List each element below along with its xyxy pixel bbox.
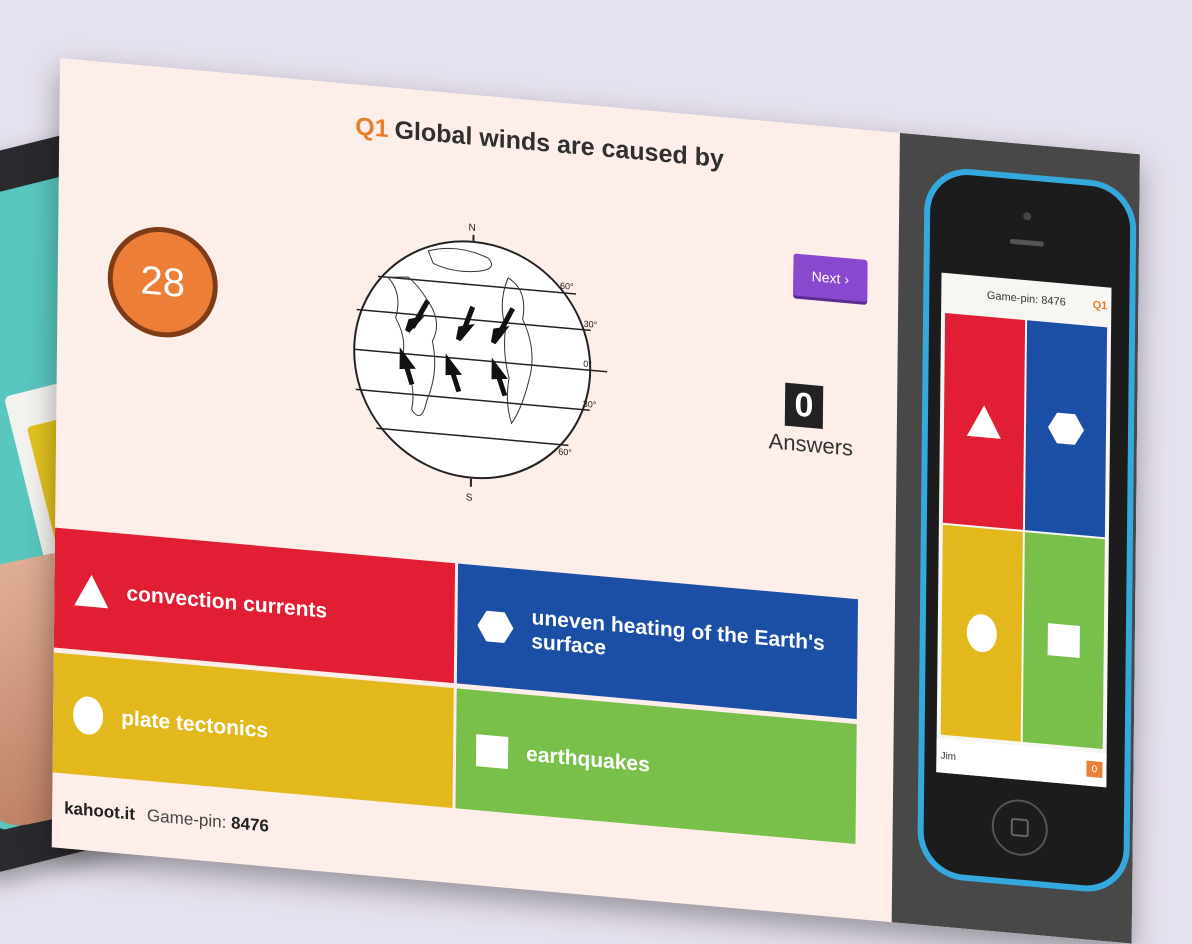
question-number: Q1: [355, 112, 389, 144]
phone-answer-blue[interactable]: [1024, 320, 1108, 538]
phone-answer-green[interactable]: [1022, 532, 1105, 750]
game-pin-label: Game-pin:: [146, 805, 227, 832]
kahoot-question-screen: Q1 Global winds are caused by 28 N S 60°…: [51, 58, 1140, 944]
phone-answer-yellow[interactable]: [940, 524, 1023, 742]
phone-screen: Game-pin: 8476 Q1 Jim 0: [936, 272, 1112, 788]
label-0: 0°: [583, 359, 592, 370]
triangle-icon: [966, 403, 1002, 439]
globe-icon: N S 60° 30° 0° 30° 60°: [353, 222, 610, 504]
globe-diagram: N S 60° 30° 0° 30° 60°: [345, 164, 610, 547]
answers-count-value: 0: [784, 382, 824, 430]
site-url: kahoot.it: [64, 798, 136, 824]
label-60n: 60°: [560, 281, 574, 292]
answer-label: earthquakes: [525, 742, 650, 777]
phone-question-number: Q1: [1092, 299, 1108, 313]
speaker-icon: [1009, 238, 1044, 247]
phone-username: Jim: [940, 750, 957, 763]
home-button-icon[interactable]: [991, 797, 1049, 859]
countdown-timer: 28: [107, 222, 219, 343]
phone-answer-red[interactable]: [942, 312, 1026, 530]
answers-counter: 0 Answers: [768, 381, 854, 461]
label-30n: 30°: [584, 319, 598, 330]
phone-score: 0: [1086, 760, 1103, 778]
square-icon: [1047, 623, 1080, 658]
label-60s: 60°: [558, 446, 572, 457]
triangle-icon: [74, 573, 109, 609]
hexagon-icon: [1048, 410, 1084, 447]
circle-icon: [966, 612, 997, 654]
label-30s: 30°: [583, 399, 597, 410]
answer-label: plate tectonics: [121, 706, 269, 743]
square-icon: [475, 734, 509, 769]
camera-icon: [1023, 211, 1032, 221]
hexagon-icon: [477, 608, 513, 645]
question-text: Global winds are caused by: [394, 115, 724, 174]
answer-label: convection currents: [126, 581, 328, 623]
next-button[interactable]: Next ›: [793, 253, 868, 302]
circle-icon: [72, 695, 104, 736]
game-pin: Game-pin: 8476: [147, 806, 269, 837]
timer-value: 28: [140, 257, 186, 306]
answer-label: uneven heating of the Earth's surface: [531, 606, 825, 660]
phone-panel: Game-pin: 8476 Q1 Jim 0: [891, 132, 1140, 944]
phone-game-pin: Game-pin: 8476: [986, 289, 1066, 309]
label-north: N: [469, 222, 476, 234]
label-south: S: [466, 492, 473, 504]
answers-count-label: Answers: [768, 428, 854, 461]
question-title: Q1 Global winds are caused by: [339, 111, 739, 176]
phone: Game-pin: 8476 Q1 Jim 0: [917, 165, 1137, 896]
phone-answer-grid: [940, 312, 1108, 750]
game-pin-value: 8476: [230, 813, 270, 836]
